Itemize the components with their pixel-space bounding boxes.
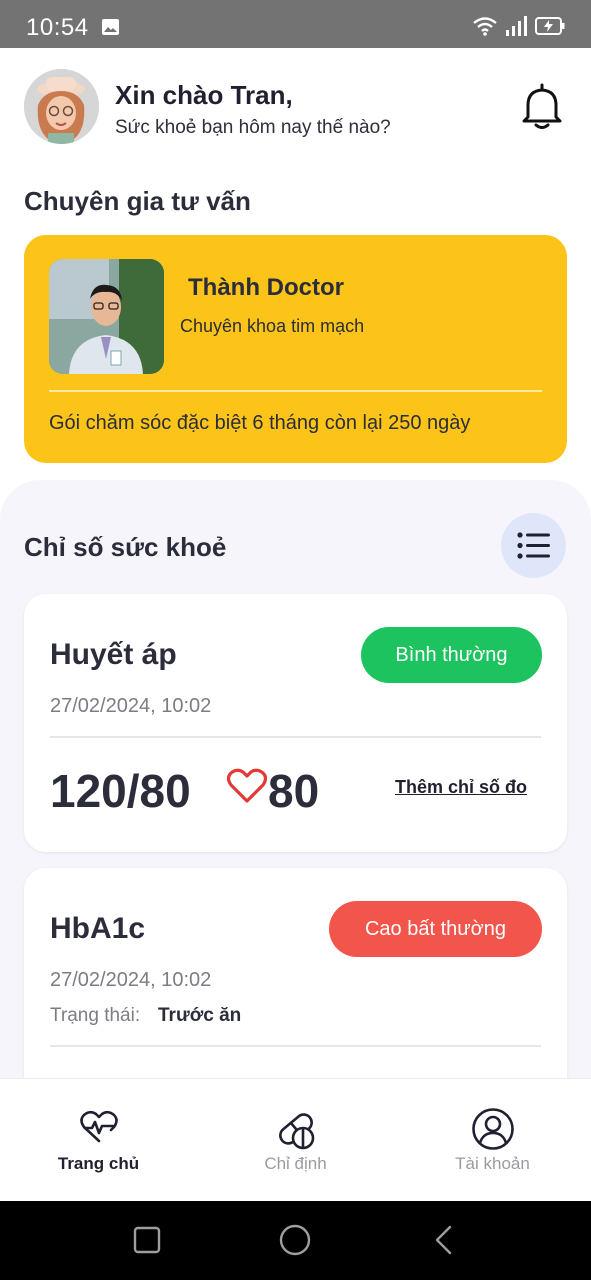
- metric-divider: [50, 736, 541, 738]
- nav-label-account: Tài khoản: [455, 1154, 530, 1173]
- blood-pressure-card[interactable]: Huyết áp Bình thường 27/02/2024, 10:02 1…: [24, 594, 567, 852]
- status-label: Trạng thái:: [50, 1005, 141, 1026]
- nav-item-prescriptions[interactable]: Chỉ định: [197, 1079, 394, 1202]
- metric-name: HbA1c: [50, 912, 146, 945]
- signal-icon: [506, 16, 527, 36]
- nav-label-prescriptions: Chỉ định: [264, 1154, 327, 1173]
- card-divider: [49, 390, 542, 392]
- user-icon: [472, 1108, 514, 1150]
- system-nav-bar: [0, 1201, 591, 1280]
- nav-item-account[interactable]: Tài khoản: [394, 1079, 591, 1202]
- greeting-title: Xin chào Tran,: [115, 80, 293, 110]
- home-button[interactable]: [279, 1224, 311, 1256]
- screen: 10:54 Xin chào Tran, Sức khoẻ bạn hôm na…: [0, 0, 591, 1280]
- greeting-subtitle: Sức khoẻ bạn hôm nay thế nào?: [115, 117, 391, 138]
- add-measurement-link[interactable]: Thêm chỉ số đo: [395, 777, 527, 798]
- wifi-icon: [473, 17, 497, 36]
- bottom-nav: Trang chủ Chỉ định Tài khoản: [0, 1078, 591, 1201]
- status-value: Trước ăn: [158, 1005, 242, 1026]
- blood-pressure-value: 120/80: [50, 765, 191, 817]
- nav-item-home[interactable]: Trang chủ: [0, 1079, 197, 1202]
- back-button[interactable]: [435, 1225, 452, 1255]
- heart-pulse-icon: [80, 1110, 118, 1143]
- avatar[interactable]: [24, 69, 99, 144]
- list-icon: [517, 532, 550, 559]
- pulse-value: 80: [268, 765, 320, 817]
- battery-charging-icon: [535, 17, 565, 35]
- doctor-specialty: Chuyên khoa tim mạch: [180, 316, 365, 336]
- package-info: Gói chăm sóc đặc biệt 6 tháng còn lại 25…: [49, 412, 471, 434]
- expert-section-title: Chuyên gia tư vấn: [24, 186, 251, 216]
- heart-icon: [227, 768, 267, 803]
- hba1c-card[interactable]: HbA1c Cao bất thường 27/02/2024, 10:02 T…: [24, 868, 567, 1108]
- metric-name: Huyết áp: [50, 638, 177, 671]
- pills-icon: [279, 1113, 315, 1150]
- recents-button[interactable]: [133, 1226, 161, 1254]
- doctor-photo-illustration: [49, 259, 164, 374]
- expert-card[interactable]: Thành Doctor Chuyên khoa tim mạch Gói ch…: [24, 235, 567, 463]
- status-badge-high: Cao bất thường: [329, 901, 542, 957]
- bell-icon[interactable]: [520, 83, 564, 131]
- metric-date: 27/02/2024, 10:02: [50, 695, 212, 717]
- status-icons: [473, 16, 565, 36]
- status-time: 10:54: [26, 14, 89, 41]
- metric-divider: [50, 1045, 541, 1047]
- health-section-title: Chỉ số sức khoẻ: [24, 532, 227, 562]
- list-view-button[interactable]: [501, 513, 566, 578]
- system-nav-buttons: [133, 1224, 452, 1256]
- avatar-illustration: [24, 69, 99, 144]
- nav-label-home: Trang chủ: [57, 1154, 140, 1173]
- status-badge-normal: Bình thường: [361, 627, 542, 683]
- doctor-photo: [49, 259, 164, 374]
- image-icon: [102, 19, 119, 35]
- status-bar: 10:54: [0, 0, 591, 48]
- doctor-name: Thành Doctor: [188, 274, 344, 301]
- metric-date: 27/02/2024, 10:02: [50, 969, 212, 991]
